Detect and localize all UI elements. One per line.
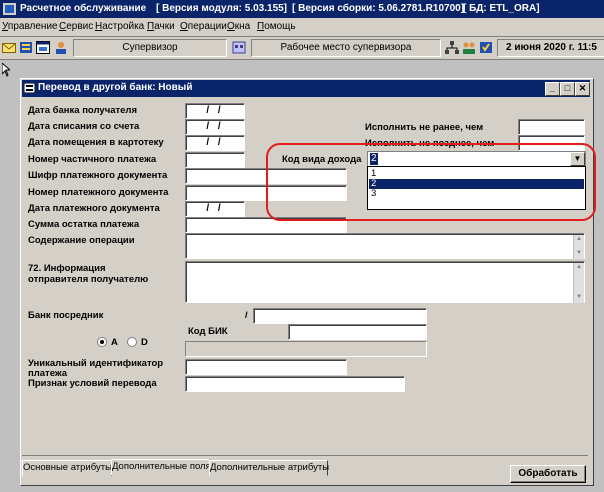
- app-icon: [3, 3, 16, 15]
- menu-item-service[interactable]: Сервис: [59, 21, 93, 32]
- security-icon[interactable]: [479, 41, 493, 54]
- slash-separator: /: [245, 310, 248, 321]
- label-remaining-sum: Сумма остатка платежа: [28, 219, 140, 230]
- maximize-button[interactable]: □: [560, 82, 575, 96]
- radio-d-label: D: [141, 337, 148, 348]
- menu-item-batches[interactable]: Пачки: [147, 21, 175, 32]
- cursor-icon: [2, 63, 10, 77]
- label-recipient-bank-date: Дата банка получателя: [28, 105, 138, 116]
- debit-date-input[interactable]: / /: [185, 119, 245, 135]
- scroll-up-icon[interactable]: ▲: [574, 263, 584, 272]
- card-index-date-input[interactable]: / /: [185, 135, 245, 151]
- recipient-info-scrollbar[interactable]: ▲ ▼: [573, 263, 584, 303]
- label-card-index-date: Дата помещения в картотеку: [28, 137, 164, 148]
- operation-content-scrollbar[interactable]: ▲ ▼: [573, 235, 584, 259]
- menu-item-manage[interactable]: Управление: [2, 21, 58, 32]
- label-bik-code: Код БИК: [188, 326, 228, 337]
- label-recipient-info-line2: отправителя получателю: [28, 274, 149, 285]
- toolbar: Супервизор Рабочее место супервизора 2 и…: [0, 37, 604, 60]
- workplace-field: Рабочее место супервизора: [251, 39, 441, 57]
- radio-a[interactable]: [97, 337, 107, 347]
- menu-item-settings[interactable]: Настройка: [95, 21, 144, 32]
- label-transfer-terms: Признак условий перевода: [28, 378, 157, 389]
- tab-main-attributes[interactable]: Основные атрибуты: [22, 460, 112, 476]
- label-intermediary-bank: Банк посредник: [28, 310, 104, 321]
- partial-payment-no-input[interactable]: [185, 152, 245, 168]
- transfer-terms-input[interactable]: [185, 376, 405, 392]
- label-debit-date: Дата списания со счета: [28, 121, 140, 132]
- tab-additional-attributes[interactable]: Дополнительные атрибуты: [209, 460, 329, 476]
- radio-a-label: А: [111, 337, 118, 348]
- label-operation-content: Содержание операции: [28, 235, 135, 246]
- scroll-up-icon[interactable]: ▲: [574, 235, 584, 244]
- window-icon[interactable]: [36, 41, 50, 54]
- build-version: [ Версия сборки: 5.06.2781.R10700]: [292, 3, 465, 14]
- label-recipient-info-line1: 72. Информация: [28, 263, 106, 274]
- database-icon[interactable]: [19, 41, 33, 54]
- label-partial-payment-no: Номер частичного платежа: [28, 154, 157, 165]
- menu-item-windows[interactable]: Окна: [227, 21, 250, 32]
- workplace-icon[interactable]: [232, 41, 246, 54]
- dialog-title: Перевод в другой банк: Новый: [38, 82, 193, 93]
- module-version: [ Версия модуля: 5.03.155]: [156, 3, 288, 14]
- minimize-button[interactable]: _: [545, 82, 560, 96]
- mail-icon[interactable]: [2, 41, 16, 54]
- db-label: [ БД: ETL_ORA]: [463, 3, 540, 14]
- menu-bar: Управление Сервис Настройка Пачки Операц…: [0, 18, 604, 37]
- intermediary-bank-input[interactable]: [253, 308, 427, 324]
- dialog-icon: [24, 83, 35, 93]
- role-field: Супервизор: [73, 39, 227, 57]
- process-button[interactable]: Обработать: [510, 465, 586, 483]
- operation-content-textarea[interactable]: [185, 233, 585, 259]
- users-icon[interactable]: [54, 41, 68, 54]
- recipient-bank-date-input[interactable]: / /: [185, 103, 245, 119]
- app-title: Расчетное обслуживание: [20, 3, 147, 14]
- execute-not-before-input[interactable]: [518, 119, 585, 135]
- datetime-field: 2 июня 2020 г. 11:5: [497, 39, 604, 57]
- menu-item-help[interactable]: Помощь: [257, 21, 296, 32]
- unique-id-input[interactable]: [185, 359, 347, 375]
- label-doc-cipher: Шифр платежного документа: [28, 170, 168, 181]
- recipient-info-textarea[interactable]: [185, 261, 585, 303]
- menu-item-operations[interactable]: Операции: [180, 21, 227, 32]
- tab-divider: [22, 455, 588, 456]
- doc-date-input[interactable]: / /: [185, 201, 245, 217]
- label-doc-date: Дата платежного документа: [28, 203, 160, 214]
- bik-code-input[interactable]: [288, 324, 427, 340]
- scroll-down-icon[interactable]: ▼: [574, 293, 584, 302]
- close-button[interactable]: ✕: [575, 82, 590, 96]
- app-title-bar: Расчетное обслуживание [ Версия модуля: …: [0, 0, 604, 18]
- tab-additional-fields[interactable]: Дополнительные поля: [111, 459, 211, 475]
- network-icon[interactable]: [445, 41, 459, 54]
- scroll-down-icon[interactable]: ▼: [574, 249, 584, 258]
- label-execute-not-before: Исполнить не ранее, чем: [365, 122, 484, 133]
- people-icon[interactable]: [462, 41, 476, 54]
- radio-d[interactable]: [127, 337, 137, 347]
- dialog-title-bar: Перевод в другой банк: Новый _ □ ✕: [22, 80, 590, 97]
- bank-name-display: [185, 341, 427, 357]
- label-doc-number: Номер платежного документа: [28, 187, 169, 198]
- highlight-annotation: [266, 143, 596, 221]
